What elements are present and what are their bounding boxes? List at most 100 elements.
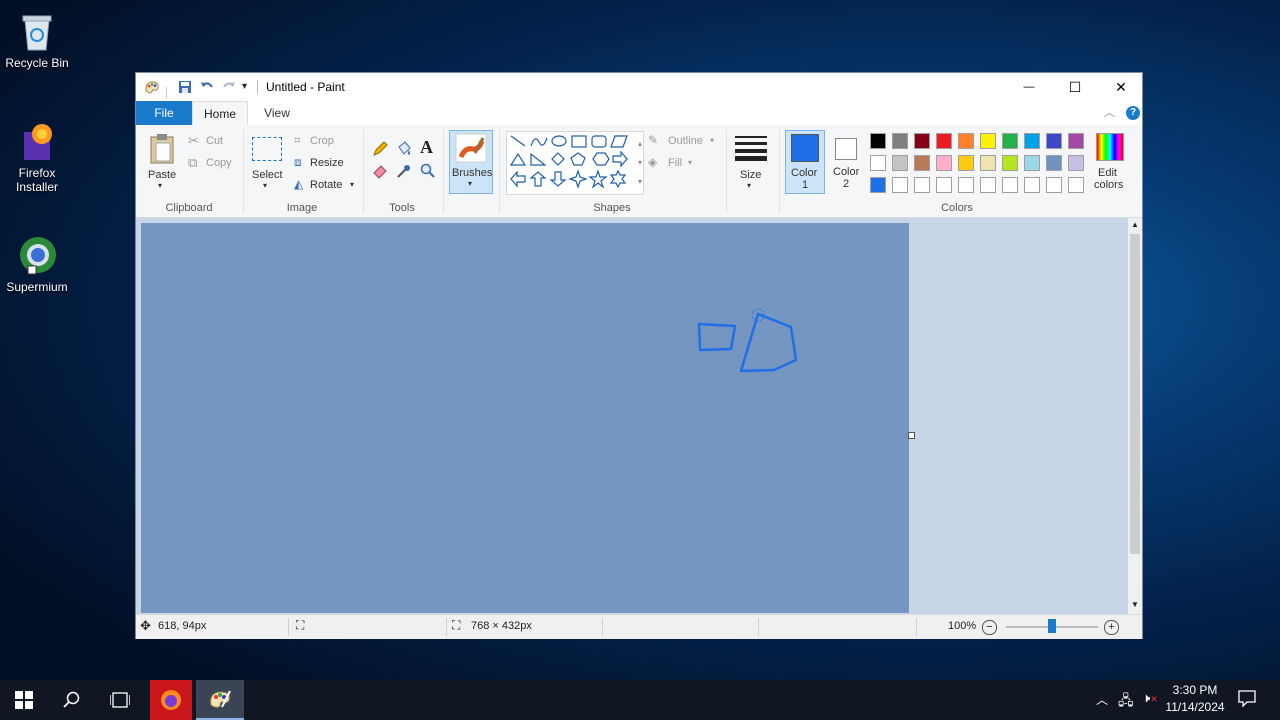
canvas-resize-handle[interactable]: [908, 432, 915, 439]
close-button[interactable]: ✕: [1098, 73, 1144, 101]
canvas-size: 768 × 432px: [471, 620, 532, 632]
maximize-icon: ☐: [1068, 78, 1082, 95]
show-hidden-icons[interactable]: ︿: [1096, 691, 1108, 708]
resize-button[interactable]: ⧈ Resize: [294, 155, 354, 173]
customize-quick-access-icon[interactable]: ▾: [242, 79, 247, 95]
shapes-gallery[interactable]: ▴ ▾ ▾: [506, 131, 644, 195]
palette-swatch[interactable]: [914, 155, 930, 171]
group-label-colors: Colors: [941, 202, 973, 214]
palette-swatch[interactable]: [870, 177, 886, 193]
pencil-icon[interactable]: [372, 141, 388, 160]
text-icon[interactable]: A: [420, 137, 433, 158]
palette-swatch[interactable]: [936, 133, 952, 149]
zoom-in-button[interactable]: +: [1104, 620, 1119, 635]
palette-swatch[interactable]: [980, 177, 996, 193]
shapes-scroll-icon[interactable]: ▴ ▾ ▾: [638, 134, 642, 191]
clock[interactable]: 3:30 PM 11/14/2024: [1160, 683, 1230, 714]
zoom-slider[interactable]: [1006, 619, 1098, 633]
eraser-icon[interactable]: [372, 163, 388, 182]
undo-icon[interactable]: [199, 79, 215, 95]
color1-button[interactable]: Color 1: [785, 130, 825, 194]
volume-muted-icon[interactable]: 🕨✕: [1142, 690, 1158, 706]
maximize-button[interactable]: ☐: [1052, 73, 1098, 101]
palette-swatch[interactable]: [914, 177, 930, 193]
palette-swatch[interactable]: [870, 133, 886, 149]
paste-button[interactable]: Paste ▾: [146, 133, 180, 195]
network-icon[interactable]: 🖧: [1118, 690, 1134, 714]
clock-date: 11/14/2024: [1165, 700, 1225, 714]
size-button[interactable]: Size ▾: [732, 133, 772, 195]
palette-swatch[interactable]: [980, 133, 996, 149]
palette-swatch[interactable]: [1002, 177, 1018, 193]
palette-swatch[interactable]: [958, 177, 974, 193]
fill-bucket-icon[interactable]: [396, 141, 412, 160]
zoom-out-button[interactable]: −: [982, 620, 997, 635]
palette-swatch[interactable]: [1046, 155, 1062, 171]
outline-button[interactable]: ✎ Outline ▾: [648, 133, 728, 151]
tab-home[interactable]: Home: [192, 101, 248, 125]
desktop-icon-recycle-bin[interactable]: Recycle Bin: [0, 10, 74, 70]
color-palette: [870, 133, 1090, 197]
scroll-down-icon[interactable]: ▼: [1131, 600, 1139, 609]
color-picker-icon[interactable]: [396, 163, 412, 182]
palette-swatch[interactable]: [958, 133, 974, 149]
search-button[interactable]: [48, 680, 96, 720]
palette-swatch[interactable]: [1068, 155, 1084, 171]
tab-file[interactable]: File: [136, 101, 192, 125]
taskbar-paint[interactable]: [196, 680, 244, 720]
palette-swatch[interactable]: [870, 155, 886, 171]
palette-swatch[interactable]: [980, 155, 996, 171]
crop-button[interactable]: ⌗ Crop: [294, 133, 354, 151]
collapse-ribbon-icon[interactable]: ︿: [1104, 104, 1115, 120]
task-view-button[interactable]: [96, 680, 144, 720]
select-button[interactable]: Select ▾: [250, 135, 286, 195]
desktop-icon-supermium[interactable]: Supermium: [0, 234, 74, 294]
tab-view[interactable]: View: [252, 101, 302, 125]
vertical-scrollbar[interactable]: ▲ ▼: [1128, 218, 1142, 614]
zoom-slider-thumb[interactable]: [1048, 619, 1056, 633]
color2-button[interactable]: Color 2: [829, 130, 865, 194]
drawn-strokes: [697, 308, 798, 373]
palette-swatch[interactable]: [914, 133, 930, 149]
scroll-up-icon[interactable]: ▲: [1131, 220, 1139, 229]
palette-swatch[interactable]: [936, 155, 952, 171]
palette-swatch[interactable]: [1068, 133, 1084, 149]
notifications-icon[interactable]: [1238, 689, 1256, 710]
palette-swatch[interactable]: [1046, 133, 1062, 149]
drawing-canvas[interactable]: [141, 223, 909, 613]
taskbar-firefox[interactable]: [150, 680, 192, 720]
magnifier-icon[interactable]: [420, 163, 436, 182]
palette-swatch[interactable]: [936, 177, 952, 193]
desktop-icon-firefox-installer[interactable]: Firefox Installer: [0, 120, 74, 194]
brushes-button[interactable]: Brushes ▾: [449, 130, 493, 194]
palette-swatch[interactable]: [892, 177, 908, 193]
supermium-icon: [16, 234, 58, 276]
palette-swatch[interactable]: [1002, 133, 1018, 149]
start-button[interactable]: [0, 680, 48, 720]
windows-logo-icon: [15, 691, 33, 709]
rotate-button[interactable]: ◭ Rotate ▾: [294, 177, 364, 195]
palette-swatch[interactable]: [1046, 177, 1062, 193]
save-icon[interactable]: [177, 79, 193, 95]
scroll-thumb[interactable]: [1130, 234, 1140, 554]
redo-icon[interactable]: [221, 79, 237, 95]
palette-swatch[interactable]: [892, 133, 908, 149]
palette-swatch[interactable]: [1002, 155, 1018, 171]
group-label-clipboard: Clipboard: [165, 202, 213, 214]
palette-swatch[interactable]: [1068, 177, 1084, 193]
minimize-button[interactable]: —: [1006, 73, 1052, 101]
palette-swatch[interactable]: [1024, 177, 1040, 193]
paint-app-icon: [144, 79, 160, 95]
group-label-tools: Tools: [389, 202, 415, 214]
edit-colors-button[interactable]: Edit colors: [1092, 131, 1128, 195]
palette-swatch[interactable]: [1024, 155, 1040, 171]
fill-button[interactable]: ◈ Fill ▾: [648, 155, 718, 173]
palette-swatch[interactable]: [958, 155, 974, 171]
group-label-image: Image: [286, 202, 318, 214]
palette-swatch[interactable]: [892, 155, 908, 171]
palette-swatch[interactable]: [1024, 133, 1040, 149]
copy-button[interactable]: ⧉ Copy: [188, 155, 238, 173]
shapes-gallery-icons: [509, 135, 628, 189]
help-icon[interactable]: ?: [1126, 106, 1140, 120]
cut-button[interactable]: ✂ Cut: [188, 133, 238, 151]
